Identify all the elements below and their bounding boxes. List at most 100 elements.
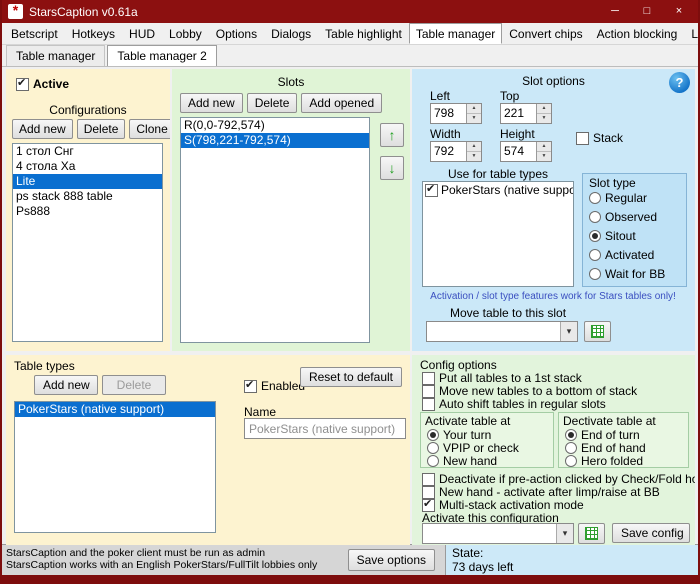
radio-wait-for-bb[interactable]: Wait for BB (589, 267, 665, 281)
multi-stack-activation-checkbox[interactable]: Multi-stack activation mode (422, 497, 584, 512)
activate-configuration-combobox[interactable]: ▾ (422, 523, 574, 544)
move-table-combobox[interactable]: ▾ (426, 321, 578, 342)
menu-item-lobby[interactable]: Lobby (162, 23, 209, 44)
top-spinner[interactable]: 221 ▲ ▼ (500, 103, 552, 124)
name-input[interactable] (244, 418, 406, 439)
left-spinner[interactable]: 798 ▲ ▼ (430, 103, 482, 124)
table-type-checkbox-box[interactable] (425, 182, 438, 197)
radio-dot[interactable] (589, 249, 601, 261)
radio-dot[interactable] (565, 455, 577, 467)
list-item[interactable]: R(0,0-792,574) (181, 118, 369, 133)
checkbox-box[interactable] (422, 497, 435, 512)
spin-down-icon[interactable]: ▼ (537, 114, 551, 123)
menu-item-dialogs[interactable]: Dialogs (264, 23, 318, 44)
list-item-selected[interactable]: S(798,221-792,574) (181, 133, 369, 148)
maximize-button[interactable]: □ (634, 0, 660, 23)
radio-dot[interactable] (589, 211, 601, 223)
radio-end-of-turn[interactable]: End of turn (565, 428, 640, 442)
radio-your-turn[interactable]: Your turn (427, 428, 491, 442)
slots-delete-button[interactable]: Delete (246, 93, 298, 113)
checkbox-box[interactable] (422, 371, 435, 385)
slots-add-new-button[interactable]: Add new (180, 93, 243, 113)
enabled-checkbox-box[interactable] (244, 378, 257, 393)
stack-checkbox-box[interactable] (576, 131, 589, 145)
spin-up-icon[interactable]: ▲ (467, 104, 481, 114)
radio-activated[interactable]: Activated (589, 248, 654, 262)
list-item-selected[interactable]: Lite (13, 174, 162, 189)
menu-item-convert-chips[interactable]: Convert chips (502, 23, 589, 44)
checkbox-box[interactable] (422, 397, 435, 411)
put-all-tables-1st-stack-checkbox[interactable]: Put all tables to a 1st stack (422, 371, 582, 385)
spin-up-icon[interactable]: ▲ (537, 104, 551, 114)
spin-down-icon[interactable]: ▼ (467, 152, 481, 161)
radio-regular[interactable]: Regular (589, 191, 647, 205)
menu-item-table-manager[interactable]: Table manager (408, 23, 503, 44)
radio-dot[interactable] (427, 455, 439, 467)
menu-item-options[interactable]: Options (209, 23, 264, 44)
list-item[interactable]: 1 стол Снг (13, 144, 162, 159)
move-slot-down-button[interactable]: ↓ (380, 156, 404, 180)
radio-vpip-or-check[interactable]: VPIP or check (427, 441, 519, 455)
slots-add-opened-button[interactable]: Add opened (301, 93, 383, 113)
left-value[interactable]: 798 (431, 104, 466, 123)
list-item-selected[interactable]: PokerStars (native support) (15, 402, 215, 417)
activate-configuration-grid-button[interactable] (578, 523, 605, 544)
enabled-checkbox[interactable]: Enabled (244, 378, 305, 393)
deactivate-preaction-checkbox[interactable]: Deactivate if pre-action clicked by Chec… (422, 472, 695, 486)
spin-down-icon[interactable]: ▼ (537, 152, 551, 161)
dropdown-arrow-icon[interactable]: ▾ (560, 322, 577, 341)
radio-dot[interactable] (589, 192, 601, 204)
height-value[interactable]: 574 (501, 142, 536, 161)
reset-to-default-button[interactable]: Reset to default (299, 367, 402, 387)
radio-dot[interactable] (427, 442, 439, 454)
radio-dot[interactable] (565, 429, 577, 441)
table-type-check-item[interactable]: PokerStars (native support (423, 182, 573, 198)
minimize-button[interactable]: ─ (602, 0, 628, 23)
radio-dot[interactable] (589, 230, 601, 242)
move-slot-up-button[interactable]: ↑ (380, 123, 404, 147)
radio-dot[interactable] (589, 268, 601, 280)
table-types-add-new-button[interactable]: Add new (34, 375, 98, 395)
menu-item-license[interactable]: License (684, 23, 698, 44)
menu-item-hud[interactable]: HUD (122, 23, 162, 44)
move-new-tables-bottom-checkbox[interactable]: Move new tables to a bottom of stack (422, 384, 637, 398)
radio-sitout[interactable]: Sitout (589, 229, 636, 243)
configurations-list[interactable]: 1 стол Снг 4 стола Ха Lite ps stack 888 … (12, 143, 163, 342)
save-options-button[interactable]: Save options (347, 549, 435, 571)
tab-table-manager[interactable]: Table manager (6, 45, 106, 66)
new-hand-activate-bb-checkbox[interactable]: New hand - activate after limp/raise at … (422, 485, 660, 499)
save-config-button[interactable]: Save config (612, 523, 690, 543)
radio-observed[interactable]: Observed (589, 210, 657, 224)
height-spinner[interactable]: 574 ▲ ▼ (500, 141, 552, 162)
menu-item-betscript[interactable]: Betscript (4, 23, 65, 44)
menu-item-action-blocking[interactable]: Action blocking (590, 23, 685, 44)
active-checkbox[interactable]: Active (16, 76, 69, 91)
list-item[interactable]: Ps888 (13, 204, 162, 219)
radio-new-hand[interactable]: New hand (427, 454, 497, 468)
stack-checkbox[interactable]: Stack (576, 131, 623, 145)
move-table-grid-button[interactable] (584, 321, 611, 342)
menu-item-table-highlight[interactable]: Table highlight (318, 23, 409, 44)
table-types-list[interactable]: PokerStars (native support) (14, 401, 216, 533)
menu-item-hotkeys[interactable]: Hotkeys (65, 23, 122, 44)
spin-up-icon[interactable]: ▲ (467, 142, 481, 152)
checkbox-box[interactable] (422, 384, 435, 398)
top-value[interactable]: 221 (501, 104, 536, 123)
list-item[interactable]: 4 стола Ха (13, 159, 162, 174)
use-for-table-types-list[interactable]: PokerStars (native support (422, 181, 574, 287)
config-clone-button[interactable]: Clone (129, 119, 170, 139)
list-item[interactable]: ps stack 888 table (13, 189, 162, 204)
config-delete-button[interactable]: Delete (76, 119, 126, 139)
spin-down-icon[interactable]: ▼ (467, 114, 481, 123)
auto-shift-tables-checkbox[interactable]: Auto shift tables in regular slots (422, 397, 606, 411)
radio-dot[interactable] (427, 429, 439, 441)
radio-hero-folded[interactable]: Hero folded (565, 454, 643, 468)
dropdown-arrow-icon[interactable]: ▾ (556, 524, 573, 543)
width-value[interactable]: 792 (431, 142, 466, 161)
config-add-new-button[interactable]: Add new (12, 119, 73, 139)
radio-dot[interactable] (565, 442, 577, 454)
slots-list[interactable]: R(0,0-792,574) S(798,221-792,574) (180, 117, 370, 343)
radio-end-of-hand[interactable]: End of hand (565, 441, 646, 455)
checkbox-box[interactable] (422, 472, 435, 486)
active-checkbox-box[interactable] (16, 76, 29, 91)
